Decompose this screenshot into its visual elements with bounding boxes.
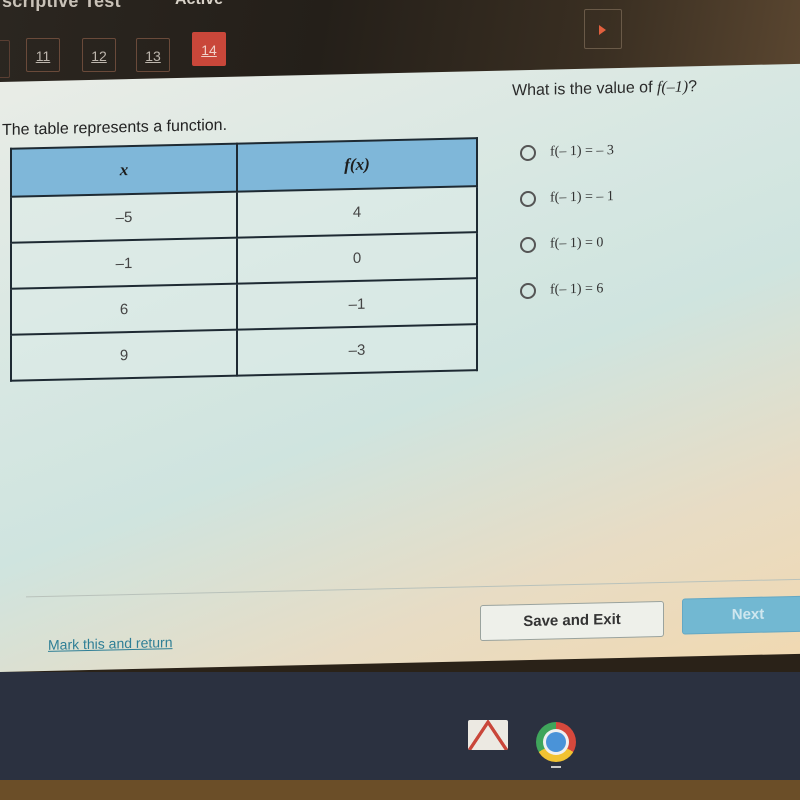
os-shelf: [0, 672, 800, 780]
answer-options: f(– 1) = – 3 f(– 1) = – 1 f(– 1) = 0 f(–…: [520, 128, 614, 314]
header-x: x: [11, 143, 237, 197]
option-label: f(– 1) = – 3: [550, 143, 614, 160]
question-nav-12[interactable]: 12: [82, 38, 116, 72]
option-label: f(– 1) = 6: [550, 281, 604, 298]
cell-fx: –3: [237, 324, 477, 376]
laptop-bezel: [0, 780, 800, 800]
question-prefix: What is the value of: [512, 79, 657, 100]
table-row: 9 –3: [11, 324, 477, 381]
header-fx: f(x): [237, 138, 477, 192]
function-table: x f(x) –5 4 –1 0 6 –1 9 –3: [10, 137, 478, 382]
radio-button[interactable]: [520, 282, 536, 300]
mark-and-return-link[interactable]: Mark this and return: [48, 634, 173, 653]
chrome-icon[interactable]: [536, 722, 576, 762]
answer-option-2[interactable]: f(– 1) = – 1: [520, 174, 614, 222]
cell-x: –1: [11, 237, 237, 289]
cell-fx: –1: [237, 278, 477, 330]
question-suffix: ?: [688, 78, 697, 96]
running-indicator: [551, 766, 561, 768]
question-nav-previous[interactable]: [0, 40, 10, 78]
question-expression: f(–1): [656, 78, 689, 97]
flag-button[interactable]: [584, 9, 622, 49]
radio-button[interactable]: [520, 236, 536, 254]
answer-option-3[interactable]: f(– 1) = 0: [520, 220, 614, 268]
next-button[interactable]: Next: [682, 595, 800, 635]
option-label: f(– 1) = 0: [550, 235, 604, 252]
test-status: Active: [175, 0, 223, 9]
cell-fx: 4: [237, 186, 477, 238]
cell-x: 6: [11, 283, 237, 335]
flag-icon: [599, 25, 606, 35]
gmail-icon[interactable]: [468, 720, 508, 750]
question-text: What is the value of f(–1)?: [512, 78, 697, 100]
cell-fx: 0: [237, 232, 477, 284]
cell-x: –5: [11, 191, 237, 243]
option-label: f(– 1) = – 1: [550, 189, 614, 206]
cell-x: 9: [11, 329, 237, 381]
chrome-icon-center: [546, 732, 566, 752]
question-panel: The table represents a function. x f(x) …: [0, 63, 800, 672]
radio-button[interactable]: [520, 144, 536, 162]
save-and-exit-button[interactable]: Save and Exit: [480, 600, 664, 642]
test-title: scriptive Test: [2, 0, 121, 11]
question-nav-11[interactable]: 11: [26, 38, 60, 72]
radio-button[interactable]: [520, 190, 536, 208]
question-prompt: The table represents a function.: [2, 116, 228, 139]
question-nav-14-current[interactable]: 14: [192, 32, 226, 66]
answer-option-4[interactable]: f(– 1) = 6: [520, 266, 614, 314]
footer-divider: [26, 578, 800, 598]
question-nav-13[interactable]: 13: [136, 38, 170, 72]
answer-option-1[interactable]: f(– 1) = – 3: [520, 128, 614, 176]
